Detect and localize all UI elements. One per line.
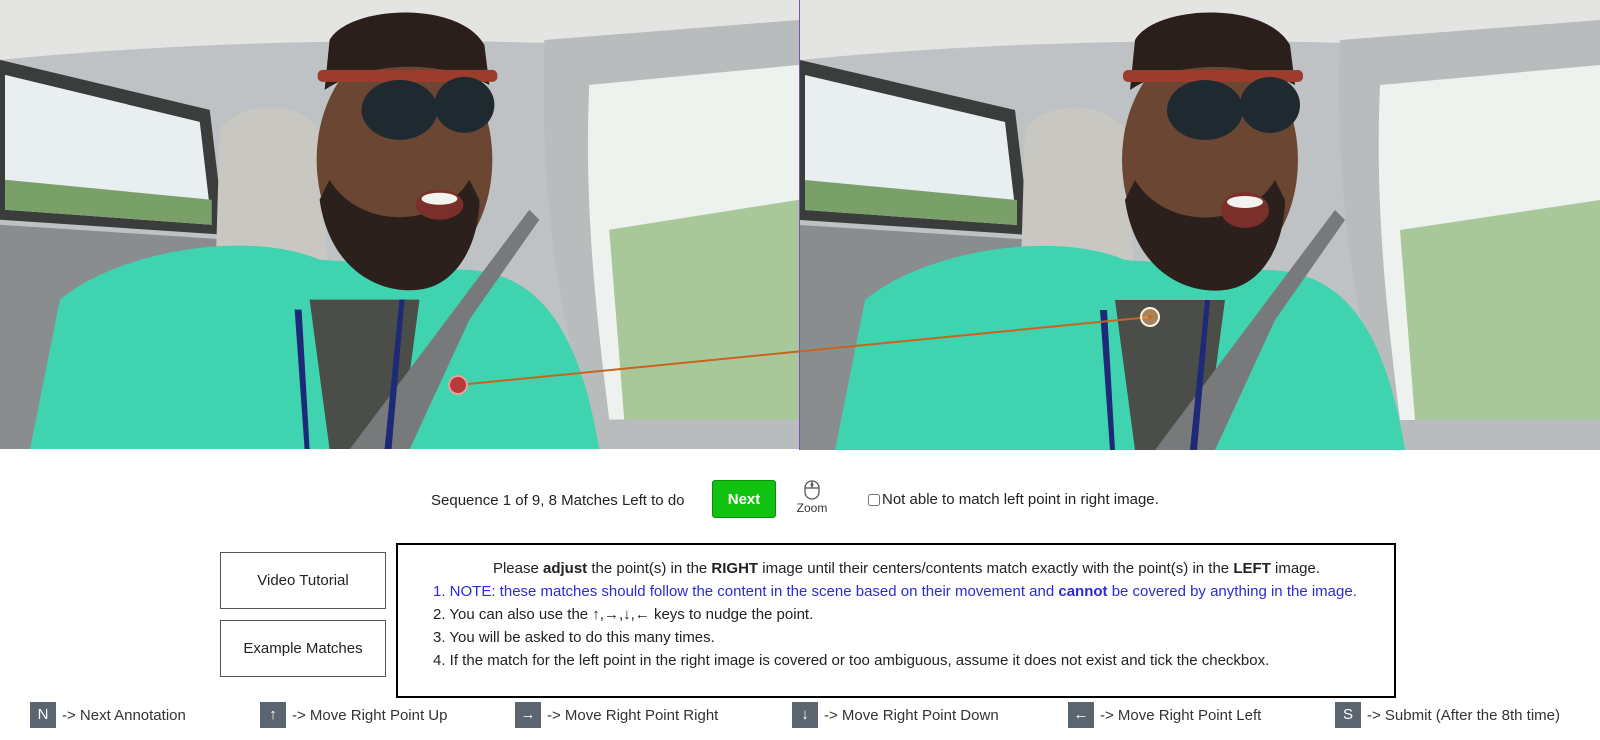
mouse-icon xyxy=(804,480,820,500)
heading-segment: RIGHT xyxy=(711,560,759,577)
heading-segment: image. xyxy=(1270,560,1321,577)
key-up-arrow-icon: ↑ xyxy=(260,702,286,728)
instruction-item-4: 4. If the match for the left point in th… xyxy=(433,652,1270,669)
no-match-checkbox[interactable] xyxy=(868,493,880,506)
shortcut-down: ↓ -> Move Right Point Down xyxy=(792,702,999,728)
image-pair xyxy=(0,0,1600,450)
shortcut-label: -> Move Right Point Down xyxy=(824,706,999,724)
heading-segment: LEFT xyxy=(1233,560,1271,577)
left-image xyxy=(0,0,799,450)
left-point xyxy=(448,375,468,395)
note-segment: 1. NOTE: these matches should follow the… xyxy=(433,583,1059,600)
video-tutorial-button[interactable]: Video Tutorial xyxy=(220,552,386,609)
note-segment: cannot xyxy=(1058,583,1108,600)
next-button[interactable]: Next xyxy=(712,480,776,518)
no-match-option[interactable]: Not able to match left point in right im… xyxy=(868,491,1159,508)
key-s-icon: S xyxy=(1335,702,1361,728)
heading-segment: Please xyxy=(492,560,543,577)
zoom-button[interactable]: Zoom xyxy=(792,480,832,518)
right-point-handle[interactable] xyxy=(1140,307,1160,327)
heading-segment: image until their centers/contents match… xyxy=(758,560,1234,577)
zoom-label: Zoom xyxy=(796,501,828,515)
sequence-status: Sequence 1 of 9, 8 Matches Left to do xyxy=(431,492,685,509)
shortcut-label: -> Move Right Point Up xyxy=(292,706,448,724)
right-image xyxy=(800,0,1600,450)
key-right-arrow-icon: → xyxy=(515,702,541,728)
controls-bar: Sequence 1 of 9, 8 Matches Left to do Ne… xyxy=(0,478,1600,524)
right-scene xyxy=(800,0,1600,450)
instruction-item-3: 3. You will be asked to do this many tim… xyxy=(433,629,715,646)
shortcut-label: -> Next Annotation xyxy=(62,706,186,724)
key-left-arrow-icon: ← xyxy=(1068,702,1094,728)
shortcut-right: → -> Move Right Point Right xyxy=(515,702,718,728)
key-n-icon: N xyxy=(30,702,56,728)
instructions-heading: Please adjust the point(s) in the RIGHT … xyxy=(433,557,1380,580)
shortcut-up: ↑ -> Move Right Point Up xyxy=(260,702,448,728)
shortcut-next: N -> Next Annotation xyxy=(30,702,186,728)
shortcut-label: -> Move Right Point Left xyxy=(1100,706,1262,724)
instructions-box: Please adjust the point(s) in the RIGHT … xyxy=(396,543,1396,698)
shortcut-submit: S -> Submit (After the 8th time) xyxy=(1335,702,1560,728)
shortcut-left: ← -> Move Right Point Left xyxy=(1068,702,1261,728)
heading-segment: adjust xyxy=(543,560,588,577)
heading-segment: the point(s) in the xyxy=(587,560,712,577)
instructions-list: 1. NOTE: these matches should follow the… xyxy=(433,580,1380,672)
note-segment: be covered by anything in the image. xyxy=(1107,583,1357,600)
key-down-arrow-icon: ↓ xyxy=(792,702,818,728)
instruction-item-2: 2. You can also use the ↑,→,↓,← keys to … xyxy=(433,606,814,623)
example-matches-button[interactable]: Example Matches xyxy=(220,620,386,677)
shortcut-label: -> Move Right Point Right xyxy=(547,706,719,724)
no-match-label: Not able to match left point in right im… xyxy=(882,491,1159,508)
shortcut-label: -> Submit (After the 8th time) xyxy=(1367,706,1560,724)
instruction-item-1: 1. NOTE: these matches should follow the… xyxy=(433,580,1380,603)
shortcut-legend: N -> Next Annotation ↑ -> Move Right Poi… xyxy=(0,702,1600,730)
left-scene xyxy=(0,0,799,450)
